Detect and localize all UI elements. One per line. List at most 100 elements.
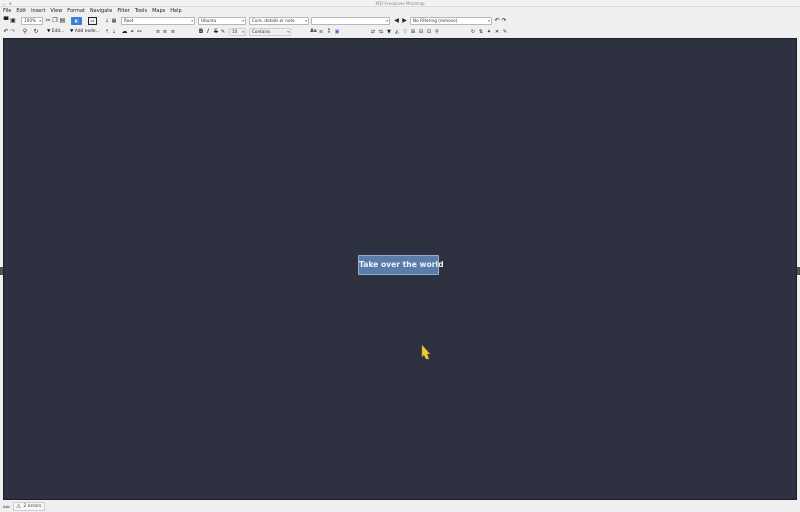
find-next-icon[interactable]: ▶ — [401, 17, 408, 25]
search-scope-select[interactable]: Core, details or note ▾ — [249, 16, 309, 25]
filter-select[interactable]: No Filtering (remove) ▾ — [410, 16, 492, 25]
filter-search-icon[interactable]: ⚲ — [434, 28, 440, 36]
status-bar: Abc ⚠ 2 errors — [0, 501, 800, 512]
reload-icon[interactable]: ↻ — [470, 28, 476, 36]
find-previous-icon[interactable]: ◀ — [393, 17, 400, 25]
left-splitter-handle[interactable] — [0, 267, 3, 275]
menu-insert[interactable]: Insert — [31, 7, 45, 15]
cut-icon[interactable]: ✂ — [45, 17, 51, 25]
save-icon[interactable]: ▣ — [10, 17, 16, 25]
filter-tree-icon[interactable]: ⊟ — [418, 28, 424, 36]
menu-file[interactable]: File — [3, 7, 11, 15]
main-toolbar: ▀ ▣ 100% ▾ ✂ ❐ ▤ ◧ ▭ ⇣ ▦ Root ▾ Ubuntu ▾ Co… — [0, 15, 800, 26]
pin-icon[interactable]: ✦ — [486, 28, 492, 36]
new-map-icon[interactable]: ▭ — [88, 16, 97, 25]
chevron-down-icon: ▾ — [191, 18, 193, 23]
root-node[interactable]: Take over the world — [358, 255, 444, 275]
match-case-button[interactable]: Aa — [310, 28, 317, 36]
italic-button[interactable]: I — [205, 28, 211, 36]
open-folder-icon[interactable]: ▀ — [3, 17, 9, 25]
approximate-icon[interactable]: ≅ — [318, 28, 324, 36]
undo-filter-icon[interactable]: ↶ — [494, 17, 500, 25]
format-toolbar: ↶ ↷ ⚲ ↻ ▼ Edit... ▼ Add node... ⇡ ⇣ ☁ ⚭ … — [0, 26, 800, 37]
chevron-down-icon: ▾ — [488, 18, 490, 23]
menu-maps[interactable]: Maps — [152, 7, 165, 15]
title-bar: ⌄ ✕ M1F-Freeplane Mindmap — [0, 0, 800, 7]
zoom-select[interactable]: 100% ▾ — [21, 16, 43, 25]
errors-label: 2 errors — [23, 504, 42, 509]
cloud-icon[interactable]: ☁ — [121, 28, 128, 36]
menu-view[interactable]: View — [50, 7, 62, 15]
font-family-select[interactable]: Ubuntu ▾ — [198, 16, 246, 25]
filter-descendants-icon[interactable]: ⇆ — [378, 28, 384, 36]
pencil-icon[interactable]: ✎ — [502, 28, 508, 36]
chevron-down-icon: ▾ — [39, 18, 41, 23]
node-style-icon[interactable]: ◧ — [71, 16, 82, 25]
align-center-icon[interactable]: ≡ — [162, 28, 168, 36]
errors-button[interactable]: ⚠ 2 errors — [13, 502, 46, 511]
map-canvas[interactable]: Take over the world — [3, 38, 797, 500]
menu-help[interactable]: Help — [170, 7, 181, 15]
menu-tools[interactable]: Tools — [135, 7, 147, 15]
menu-format[interactable]: Format — [67, 7, 85, 15]
align-right-icon[interactable]: ≡ — [170, 28, 176, 36]
font-size-select[interactable]: 10 ▾ — [229, 27, 246, 36]
app-window: ⌄ ✕ M1F-Freeplane Mindmap File Edit Inse… — [0, 0, 800, 512]
fold-icon[interactable]: ⇣ — [104, 17, 110, 25]
paste-icon[interactable]: ▤ — [59, 17, 66, 25]
regex-icon[interactable]: ⁑ — [326, 28, 332, 36]
match-select[interactable]: Contains ▾ — [249, 27, 291, 36]
style-select-value: Root — [124, 17, 134, 23]
unfold-filtered-icon[interactable]: ⊡ — [426, 28, 432, 36]
filter-composed-icon[interactable]: ▽ — [402, 28, 408, 36]
edit-button[interactable]: ▼ Edit... — [47, 28, 64, 36]
mouse-cursor-icon — [421, 344, 431, 360]
connector-icon[interactable]: ⚭ — [129, 28, 135, 36]
add-node-label: Add node... — [74, 28, 100, 34]
whole-word-icon[interactable]: ▣ — [334, 28, 340, 36]
apply-filter-icon[interactable]: ⊞ — [410, 28, 416, 36]
add-node-button[interactable]: ▼ Add node... — [70, 28, 100, 36]
close-icon[interactable]: ✕ — [494, 28, 500, 36]
bold-button[interactable]: B — [198, 28, 204, 36]
warning-icon: ⚠ — [16, 503, 22, 510]
window-title: M1F-Freeplane Mindmap — [375, 1, 425, 6]
link-icon[interactable]: ⚯ — [136, 28, 143, 36]
menu-navigate[interactable]: Navigate — [90, 7, 112, 15]
font-size-value: 10 — [232, 28, 238, 34]
menu-edit[interactable]: Edit — [16, 7, 26, 15]
cursor-shape — [421, 344, 431, 360]
move-down-icon[interactable]: ⇣ — [111, 28, 117, 36]
filter-icon[interactable]: ▼ — [386, 28, 392, 36]
match-select-value: Contains — [252, 28, 271, 34]
zoom-value: 100% — [24, 17, 36, 23]
search-icon[interactable]: ⚲ — [22, 28, 28, 36]
filter-ancestors-icon[interactable]: ⇄ — [370, 28, 376, 36]
edit-button-label: Edit... — [51, 28, 65, 34]
sort-icon[interactable]: ⇅ — [478, 28, 484, 36]
menu-bar: File Edit Insert View Format Navigate Fi… — [0, 7, 800, 15]
strike-button[interactable]: S — [213, 28, 219, 36]
input-mode-label: Abc — [3, 504, 11, 509]
redo-icon[interactable]: ↷ — [10, 28, 16, 36]
move-up-icon[interactable]: ⇡ — [104, 28, 110, 36]
search-scope-value: Core, details or note — [252, 17, 295, 23]
chevron-down-icon: ▾ — [287, 29, 289, 34]
copy-icon[interactable]: ❐ — [52, 17, 58, 25]
chevron-down-icon: ▾ — [386, 18, 388, 23]
chevron-down-icon: ▾ — [305, 18, 307, 23]
undo-icon[interactable]: ↶ — [3, 28, 9, 36]
menu-filter[interactable]: Filter — [117, 7, 129, 15]
filter-selected-icon[interactable]: ◭ — [394, 28, 400, 36]
text-color-icon[interactable]: ✎ — [220, 28, 226, 36]
chevron-down-icon: ▾ — [242, 29, 244, 34]
search-input[interactable]: ▾ — [311, 16, 390, 25]
refresh-icon[interactable]: ↻ — [33, 28, 39, 36]
filter-select-value: No Filtering (remove) — [413, 17, 458, 23]
style-select[interactable]: Root ▾ — [121, 16, 195, 25]
grid-icon[interactable]: ▦ — [111, 17, 117, 25]
redo-filter-icon[interactable]: ↷ — [501, 17, 507, 25]
font-family-value: Ubuntu — [201, 17, 217, 23]
chevron-down-icon: ▾ — [242, 18, 244, 23]
align-left-icon[interactable]: ≡ — [155, 28, 161, 36]
